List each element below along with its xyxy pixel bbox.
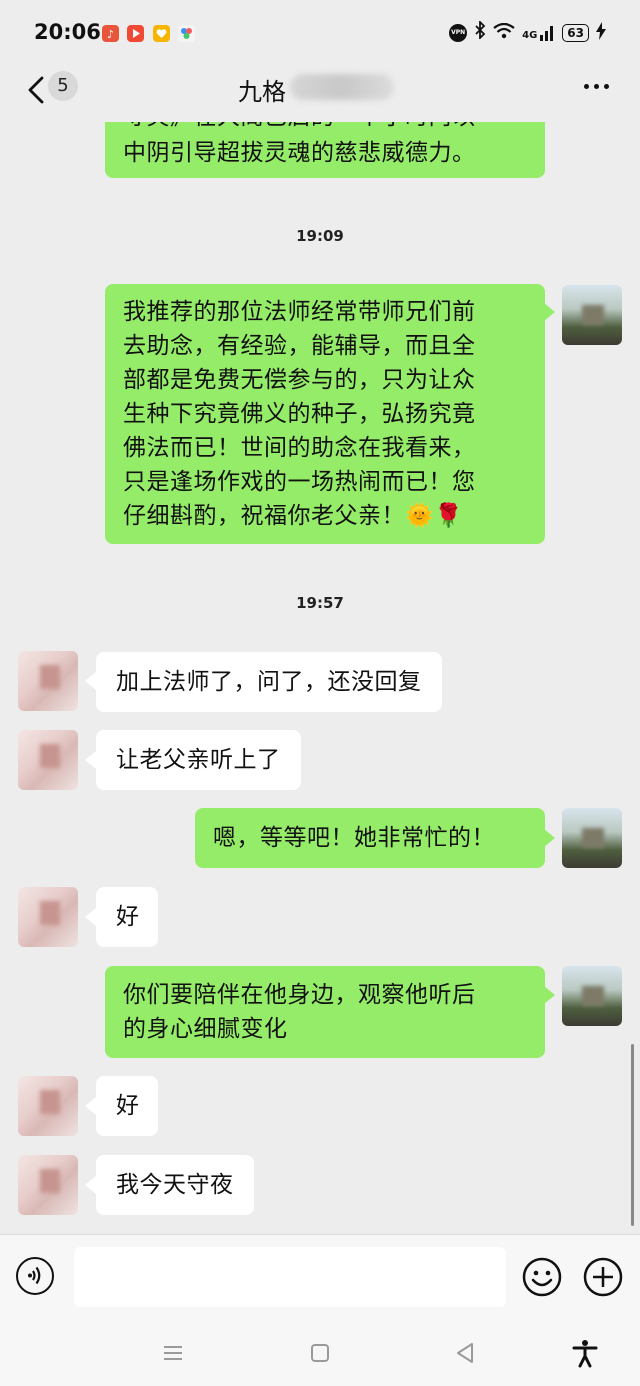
back-arrow-icon[interactable] xyxy=(22,74,52,106)
message-text: 让老父亲听上了 xyxy=(116,747,281,773)
pinwheel-app-icon xyxy=(178,25,195,42)
message-text-line: 你们要陪伴在他身边，观察他听后 xyxy=(123,982,476,1008)
message-timestamp: 19:09 xyxy=(296,227,344,245)
heart-app-icon xyxy=(153,25,170,42)
bubble-tail xyxy=(85,908,96,926)
contact-avatar[interactable] xyxy=(18,1155,78,1215)
bluetooth-icon xyxy=(474,19,486,44)
message-timestamp: 19:57 xyxy=(296,594,344,612)
home-icon[interactable] xyxy=(305,1338,335,1368)
network-type: 4G xyxy=(522,29,538,41)
sender-avatar[interactable] xyxy=(562,808,622,868)
status-time: 20:06 xyxy=(34,20,101,44)
message-text-line: 生种下究竟佛义的种子，弘扬究竟 xyxy=(123,401,476,427)
scrollbar[interactable] xyxy=(631,1044,634,1226)
back-icon[interactable] xyxy=(450,1338,480,1368)
bubble-tail xyxy=(544,303,555,321)
incoming-message-bubble[interactable]: 让老父亲听上了 xyxy=(96,730,301,790)
signal-icon: 4G xyxy=(522,25,555,41)
wifi-icon xyxy=(493,22,515,43)
sender-avatar[interactable] xyxy=(562,966,622,1026)
incoming-message-bubble[interactable]: 好 xyxy=(96,887,158,947)
menu-icon[interactable] xyxy=(158,1338,188,1368)
message-text-line: 去助念，有经验，能辅导，而且全 xyxy=(123,333,476,359)
header-overlap-mask xyxy=(0,114,640,122)
contact-avatar[interactable] xyxy=(18,730,78,790)
message-text-line: 中阴引导超拔灵魂的慈悲威德力。 xyxy=(123,140,476,166)
message-text-line: 的身心细腻变化 xyxy=(123,1016,288,1042)
bubble-tail xyxy=(85,751,96,769)
bubble-tail xyxy=(544,829,555,847)
outgoing-message-bubble[interactable]: 寻笑》在大阁已启的一个小时内以 中阴引导超拔灵魂的慈悲威德力。 xyxy=(105,114,545,178)
title-redaction xyxy=(290,74,394,100)
message-input[interactable] xyxy=(74,1247,506,1307)
message-text-line: 仔细斟酌，祝福你老父亲！🌞🌹 xyxy=(123,503,464,529)
contact-avatar[interactable] xyxy=(18,887,78,947)
unread-count-badge[interactable]: 5 xyxy=(48,71,78,101)
message-text: 我今天守夜 xyxy=(116,1172,234,1198)
incoming-message-bubble[interactable]: 我今天守夜 xyxy=(96,1155,254,1215)
outgoing-message-bubble[interactable]: 我推荐的那位法师经常带师兄们前 去助念，有经验，能辅导，而且全 部都是免费无偿参… xyxy=(105,284,545,544)
voice-input-button[interactable] xyxy=(16,1257,54,1295)
message-text: 加上法师了，问了，还没回复 xyxy=(116,669,422,695)
vpn-icon: VPN xyxy=(449,23,468,42)
contact-avatar[interactable] xyxy=(18,1076,78,1136)
sender-avatar[interactable] xyxy=(562,285,622,345)
status-bar: 20:06 ♪ VPN 4G 63 xyxy=(0,0,640,66)
music-app-icon: ♪ xyxy=(102,25,119,42)
incoming-message-bubble[interactable]: 加上法师了，问了，还没回复 xyxy=(96,652,442,712)
svg-text:♪: ♪ xyxy=(107,28,114,41)
contact-avatar[interactable] xyxy=(18,651,78,711)
accessibility-icon[interactable] xyxy=(570,1338,600,1368)
message-text-line: 佛法而已！世间的助念在我看来， xyxy=(123,435,476,461)
message-text: 嗯，等等吧！她非常忙的！ xyxy=(213,825,495,851)
bubble-tail xyxy=(85,1176,96,1194)
outgoing-message-bubble[interactable]: 你们要陪伴在他身边，观察他听后 的身心细腻变化 xyxy=(105,966,545,1058)
incoming-message-bubble[interactable]: 好 xyxy=(96,1076,158,1136)
more-functions-button[interactable] xyxy=(583,1257,623,1297)
bubble-tail xyxy=(85,672,96,690)
outgoing-message-bubble[interactable]: 嗯，等等吧！她非常忙的！ xyxy=(195,808,545,868)
charging-icon xyxy=(596,21,606,44)
message-text: 好 xyxy=(116,904,140,930)
status-indicators: VPN 4G 63 xyxy=(449,19,606,44)
message-text-line: 部都是免费无偿参与的，只为让众 xyxy=(123,367,476,393)
more-options-button[interactable] xyxy=(584,80,614,92)
message-text-line: 我推荐的那位法师经常带师兄们前 xyxy=(123,299,476,325)
chat-title: 九格 xyxy=(238,78,286,106)
video-app-icon xyxy=(127,25,144,42)
battery-icon: 63 xyxy=(562,23,589,42)
bubble-tail xyxy=(544,986,555,1004)
voice-wave-icon xyxy=(28,1266,41,1285)
message-text-line: 只是逢场作戏的一场热闹而已！您 xyxy=(123,469,476,495)
emoji-button[interactable] xyxy=(522,1257,562,1297)
message-text: 好 xyxy=(116,1093,140,1119)
bubble-tail xyxy=(85,1097,96,1115)
